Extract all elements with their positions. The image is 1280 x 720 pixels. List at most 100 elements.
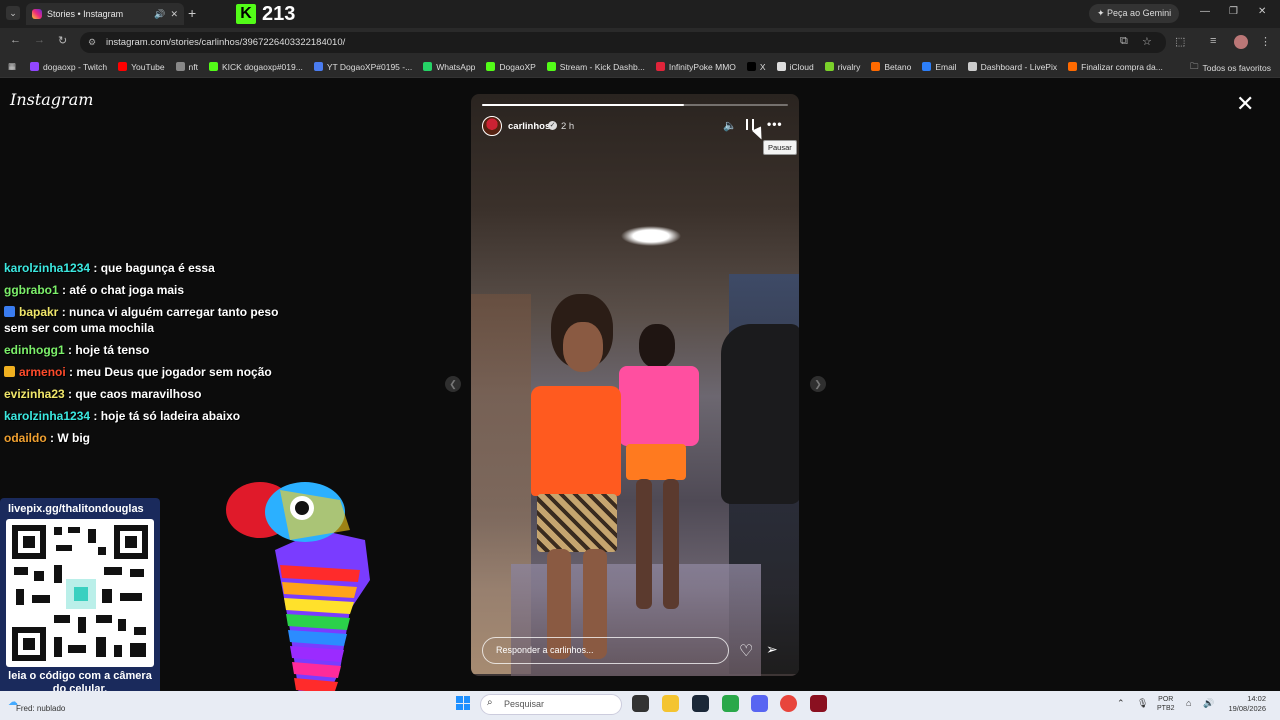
apps-icon[interactable]: ▦ — [8, 61, 16, 72]
chat-username: edinhogg1 — [4, 343, 65, 357]
tab-close-icon[interactable]: ✕ — [170, 9, 178, 20]
story-scene-person1-face — [563, 322, 603, 372]
instagram-favicon-icon — [32, 9, 42, 19]
chrome-icon[interactable] — [780, 695, 797, 712]
new-tab-button[interactable]: + — [188, 5, 196, 21]
instagram-logo[interactable]: Instagram — [10, 90, 93, 109]
bookmark-item[interactable]: InfinityPoke MMO — [655, 62, 736, 72]
previous-story-icon[interactable]: ❮ — [445, 376, 461, 392]
clock[interactable]: 14:02 19/08/2026 — [1226, 694, 1266, 714]
kick-viewer-overlay: K 213 — [236, 3, 295, 25]
bookmark-item[interactable]: Finalizar compra da... — [1068, 62, 1163, 72]
chat-username: evizinha23 — [4, 387, 65, 401]
bookmark-favicon-icon — [30, 62, 40, 71]
bookmark-item[interactable]: dogaoxp - Twitch — [30, 62, 107, 72]
gemini-button[interactable]: ✦ Peça ao Gemini — [1089, 4, 1180, 23]
pause-icon[interactable] — [746, 119, 754, 130]
bookmark-favicon-icon — [423, 62, 433, 71]
bookmark-item[interactable]: Email — [922, 62, 957, 72]
bookmark-item[interactable]: WhatsApp — [423, 62, 475, 72]
bookmark-item[interactable]: nft — [175, 62, 198, 72]
bookmark-item[interactable]: DogaoXP — [486, 62, 536, 72]
windows-start-icon[interactable] — [456, 696, 470, 710]
bookmark-item[interactable]: Stream - Kick Dashb... — [546, 62, 645, 72]
bookmark-favicon-icon — [824, 62, 834, 71]
close-story-icon[interactable]: ✕ — [1236, 93, 1254, 115]
tab-search-icon[interactable]: ⌄ — [6, 6, 20, 20]
story-username[interactable]: carlinhos — [508, 121, 550, 132]
bookmark-favicon-icon — [776, 62, 786, 71]
restore-icon[interactable]: ❐ — [1229, 6, 1238, 17]
language-indicator[interactable]: POR PTB2 — [1157, 695, 1175, 713]
bookmark-favicon-icon — [209, 62, 218, 71]
heart-icon[interactable]: ♡ — [739, 641, 753, 661]
network-icon[interactable]: ⌂ — [1186, 698, 1191, 708]
tab-title: Stories • Instagram — [47, 9, 124, 19]
bookmark-item[interactable]: X — [746, 62, 766, 72]
bookmark-item[interactable]: iCloud — [776, 62, 814, 72]
story-user-avatar[interactable] — [482, 116, 502, 136]
bookmark-item[interactable]: Betano — [871, 62, 911, 72]
media-controls-icon[interactable]: ≡ — [1210, 35, 1216, 47]
story-video[interactable] — [471, 94, 799, 676]
task-view-icon[interactable] — [632, 695, 649, 712]
discord-icon[interactable] — [751, 695, 768, 712]
bookmark-star-icon[interactable]: ☆ — [1142, 35, 1152, 48]
bookmark-item[interactable]: rivalry — [824, 62, 860, 72]
close-window-icon[interactable]: ✕ — [1258, 6, 1266, 17]
chat-text: : hoje tá só ladeira abaixo — [93, 409, 241, 423]
volume-icon[interactable]: 🔈 — [723, 119, 737, 132]
chat-message: evizinha23 : que caos maravilhoso — [4, 386, 294, 402]
next-story-icon[interactable]: ❯ — [810, 376, 826, 392]
profile-avatar[interactable] — [1234, 35, 1248, 49]
volume-tray-icon[interactable]: 🔊 — [1203, 698, 1214, 709]
tray-chevron-icon[interactable]: ⌃ — [1117, 698, 1125, 709]
chat-message: bapakr : nunca vi alguém carregar tanto … — [4, 304, 294, 336]
story-scene-person2-top — [619, 366, 699, 446]
story-scene-person1-top — [531, 386, 621, 496]
browser-menu-icon[interactable]: ⋮ — [1260, 35, 1271, 48]
kick-logo-icon: K — [236, 4, 256, 24]
all-bookmarks-button[interactable]: 🗀 Todos os favoritos — [1190, 61, 1272, 75]
story-reply-input[interactable]: Responder a carlinhos... — [482, 637, 729, 664]
bookmark-item[interactable]: YT DogaoXP#0195 -... — [313, 62, 412, 72]
more-options-icon[interactable]: ••• — [767, 117, 783, 131]
bookmark-item[interactable]: YouTube — [118, 62, 165, 72]
valorant-icon[interactable] — [810, 695, 827, 712]
send-icon[interactable]: ➢ — [766, 641, 778, 658]
microphone-icon[interactable]: 🎙 — [1137, 698, 1148, 709]
tab-audio-icon[interactable]: 🔊 — [154, 9, 165, 20]
url-input[interactable]: instagram.com/stories/carlinhos/39672264… — [80, 32, 1166, 53]
bookmark-favicon-icon — [118, 62, 128, 71]
weather-text[interactable]: Fred: nublado — [16, 704, 65, 713]
bookmark-favicon-icon — [967, 62, 977, 71]
site-info-icon[interactable]: ⚙ — [88, 37, 96, 48]
chat-message: ggbrabo1 : até o chat joga mais — [4, 282, 294, 298]
story-progress-bar — [482, 104, 788, 106]
file-explorer-icon[interactable] — [662, 695, 679, 712]
story-scene-person1-shorts — [537, 494, 617, 552]
steam-icon[interactable] — [692, 695, 709, 712]
forward-icon[interactable]: → — [34, 34, 45, 46]
livepix-url: livepix.gg/thalitondouglas — [8, 503, 144, 515]
bookmark-item[interactable]: Dashboard - LivePix — [967, 62, 1057, 72]
xbox-app-icon[interactable] — [722, 695, 739, 712]
back-icon[interactable]: ← — [10, 34, 21, 46]
extensions-icon[interactable]: ⬚ — [1175, 35, 1185, 48]
install-app-icon[interactable]: ⧉ — [1120, 35, 1128, 48]
taskbar-search-input[interactable]: Pesquisar — [480, 694, 622, 715]
chat-username: odaildo — [4, 431, 47, 445]
bookmarks-bar: ▦ dogaoxp - Twitch YouTube nft KICK dogaoxp… — [0, 56, 1280, 78]
verified-badge-icon: ✓ — [548, 121, 557, 130]
reload-icon[interactable]: ↻ — [58, 34, 67, 47]
bookmark-favicon-icon — [1068, 62, 1078, 71]
chat-text: : que bagunça é essa — [93, 261, 215, 275]
story-scene-person2-head — [639, 324, 675, 368]
minimize-icon[interactable]: — — [1200, 6, 1210, 17]
bookmark-item[interactable]: KICK dogaoxp#019... — [209, 62, 303, 72]
tab-instagram-stories[interactable]: Stories • Instagram 🔊 ✕ — [26, 3, 184, 25]
sock-puppet-graphic — [226, 482, 370, 702]
chat-text: : que caos maravilhoso — [68, 387, 202, 401]
bookmark-favicon-icon — [486, 62, 496, 71]
chat-message: armenoi : meu Deus que jogador sem noção — [4, 364, 294, 380]
